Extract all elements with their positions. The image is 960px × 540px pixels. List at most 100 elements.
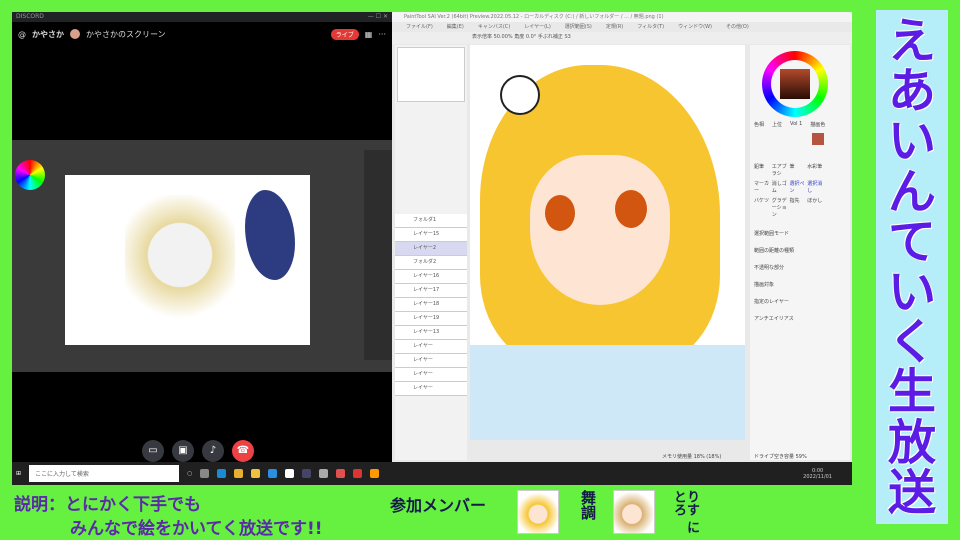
more-icon[interactable]: ··· [378,30,386,39]
discord-title-bar: DISCORD — ☐ ✕ [12,12,392,22]
edge-icon[interactable] [217,469,227,478]
menu-canvas[interactable]: キャンバス(C) [478,23,510,31]
antialias-checkbox[interactable]: アンチエイリアス [754,315,794,322]
dress-illustration [470,345,745,440]
task-view-icon[interactable] [200,469,210,478]
app-icon[interactable] [285,469,295,478]
live-badge: ライブ [330,28,359,40]
layer-item[interactable]: レイヤー18 [395,298,467,312]
color-wheel[interactable] [762,51,828,117]
tab-upper[interactable]: 上位 [772,121,782,128]
camera-button[interactable]: ▭ [142,440,164,462]
eye-left [545,195,575,231]
option-label: 範囲の距離の種類 [754,248,795,254]
layer-item[interactable]: フォルダ2 [395,256,467,270]
option-radio[interactable]: 指定のレイヤー [754,298,794,305]
menu-ruler[interactable]: 定規(R) [606,23,623,31]
menu-edit[interactable]: 編集(E) [447,23,464,31]
canvas-toolbar[interactable]: 表示倍率 50.00% 角度 0.0° 手ぶれ補正 S3 [392,32,852,44]
stream-avatar [70,29,80,39]
layer-item[interactable]: レイヤー [395,354,467,368]
brush-pencil[interactable]: 鉛筆 [754,163,771,177]
at-icon: @ [18,29,26,39]
app-icon[interactable] [370,469,380,478]
layer-sidebar: フォルダ1 レイヤー15 レイヤー2 フォルダ2 レイヤー16 レイヤー17 レ… [395,45,467,460]
tab-vol[interactable]: Vol 1 [790,121,802,128]
member-name: りす にとろ [671,490,699,534]
mic-button[interactable]: ♪ [202,440,224,462]
shared-screen [12,140,392,372]
layer-item[interactable]: レイヤー15 [395,228,467,242]
character-illustration [125,195,235,345]
title-char: え [887,13,936,70]
brush-select-pen[interactable]: 選択ペン [790,180,807,194]
explorer-icon[interactable] [251,469,261,478]
menu-window[interactable]: ウィンドウ(W) [678,23,712,31]
layer-item[interactable]: レイヤー [395,382,467,396]
discord-window: DISCORD — ☐ ✕ @ かやさか かやさかのスクリーン ライブ ▦ ···… [12,12,392,464]
brush-brush[interactable]: 筆 [790,163,807,177]
chrome-icon[interactable] [234,469,244,478]
layer-item[interactable]: レイヤー2 [395,242,467,256]
layer-item[interactable]: レイヤー [395,340,467,354]
screen-share-button[interactable]: ▣ [172,440,194,462]
drawing-canvas[interactable] [470,45,745,440]
shared-canvas [65,175,310,345]
layer-list: フォルダ1 レイヤー15 レイヤー2 フォルダ2 レイヤー16 レイヤー17 レ… [395,214,467,396]
brush-smudge[interactable]: 指先 [790,197,807,218]
layer-panel [364,150,392,360]
grid-icon[interactable]: ▦ [365,30,373,39]
end-call-button[interactable]: ☎ [232,440,254,462]
layer-item[interactable]: レイヤー16 [395,270,467,284]
layer-item[interactable]: レイヤー17 [395,284,467,298]
layer-item[interactable]: レイヤー13 [395,326,467,340]
brush-grid: 鉛筆 エアブラシ 筆 水彩筆 マーカー 消しゴム 選択ペン 選択消し バケツ グ… [754,163,824,218]
layer-item[interactable]: フォルダ1 [395,214,467,228]
tab-draw-color[interactable]: 描画色 [810,121,825,128]
title-char: い [887,264,936,321]
brush-watercolor[interactable]: 水彩筆 [807,163,824,177]
layer-item[interactable]: レイヤー [395,368,467,382]
app-icon[interactable] [268,469,278,478]
description-line-1: 説明：とにかく下手でも [14,495,201,515]
sai-icon[interactable] [353,469,363,478]
app-icon[interactable] [336,469,346,478]
tab-hue[interactable]: 色相 [754,121,764,128]
members-label: 参加メンバー [390,496,487,515]
title-char: あ [887,63,936,120]
color-wheel-icon [15,160,45,190]
taskbar-search[interactable]: ここに入力して検索 [29,465,180,482]
menu-layer[interactable]: レイヤー(L) [524,23,551,31]
face-illustration [530,155,670,305]
window-controls[interactable]: — ☐ ✕ [368,13,388,21]
option-label: 不透明な部分 [754,265,785,271]
menu-other[interactable]: その他(O) [726,23,749,31]
current-color-swatch[interactable] [812,133,824,145]
wing-illustration [245,190,295,280]
start-icon[interactable]: ⊞ [16,470,21,477]
brush-blur[interactable]: ぼかし [807,197,824,218]
brush-gradient[interactable]: グラデーション [772,197,789,218]
clock[interactable]: 0:00 2022/11/01 [803,468,852,480]
menu-filter[interactable]: フィルタ(T) [637,23,664,31]
tool-options: 選択範囲モード 範囲の距離の種類 不透明な部分 描画対象 指定のレイヤー アンチ… [754,230,794,322]
brush-eraser[interactable]: 消しゴム [772,180,789,194]
layer-item[interactable]: レイヤー19 [395,312,467,326]
stream-title-banner: え あ い ん て い く 生 放 送 [876,10,948,524]
menu-selection[interactable]: 選択範囲(S) [565,23,592,31]
memory-status: メモリ使用量 18% (18%) [662,454,722,460]
sai-window: PaintTool SAI Ver.2 (64bit) Preview.2022… [392,12,852,462]
member-avatar [613,490,655,534]
app-icon[interactable] [319,469,329,478]
description-line-2: みんなで絵をかいてく放送です!! [70,519,323,539]
brush-bucket[interactable]: バケツ [754,197,771,218]
brush-select-eraser[interactable]: 選択消し [807,180,824,194]
app-icon[interactable] [302,469,312,478]
stream-title: かやさかのスクリーン [86,29,166,39]
cortana-icon[interactable]: ○ [187,470,192,477]
brush-airbrush[interactable]: エアブラシ [772,163,789,177]
brush-marker[interactable]: マーカー [754,180,771,194]
taskbar: ⊞ ここに入力して検索 ○ 0:00 2022/11/01 [12,462,852,485]
menu-bar: ファイル(F) 編集(E) キャンバス(C) レイヤー(L) 選択範囲(S) 定… [392,22,852,32]
menu-file[interactable]: ファイル(F) [406,23,433,31]
